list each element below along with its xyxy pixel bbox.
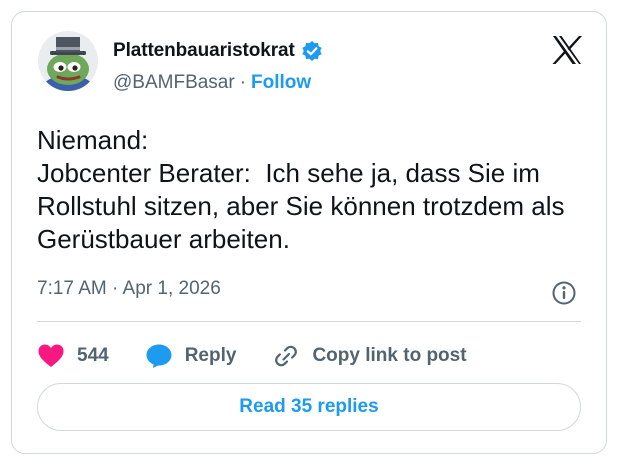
embedded-post-card: Plattenbauaristokrat @BAMFBasar · Follow… <box>11 11 607 454</box>
author-handle[interactable]: @BAMFBasar <box>113 72 235 94</box>
reply-button[interactable]: Reply <box>145 343 237 369</box>
post-timestamp[interactable]: 7:17 AM · Apr 1, 2026 <box>37 278 221 300</box>
author-name-row[interactable]: Plattenbauaristokrat <box>113 40 323 62</box>
heart-icon <box>38 344 64 367</box>
copy-link-button[interactable]: Copy link to post <box>272 343 467 369</box>
info-icon[interactable] <box>551 280 577 306</box>
follow-link[interactable]: Follow <box>251 72 311 94</box>
like-button[interactable]: 544 <box>37 343 109 369</box>
reply-label: Reply <box>184 345 237 366</box>
read-replies-label: Read 35 replies <box>239 396 379 417</box>
speech-bubble-icon <box>146 344 172 368</box>
post-text: Niemand: Jobcenter Berater: Ich sehe ja,… <box>37 125 565 254</box>
post-actions-bar: 544 Reply Copy link to post <box>37 341 503 371</box>
copy-link-label: Copy link to post <box>312 345 467 366</box>
like-count: 544 <box>77 345 109 366</box>
author-handle-row: @BAMFBasar · Follow <box>113 72 311 94</box>
author-avatar[interactable] <box>38 31 98 91</box>
divider <box>37 321 581 322</box>
link-icon <box>275 345 298 367</box>
author-display-name[interactable]: Plattenbauaristokrat <box>113 40 295 62</box>
verified-badge-icon <box>301 40 323 62</box>
read-replies-button[interactable]: Read 35 replies <box>37 383 581 431</box>
separator-dot: · <box>239 72 247 93</box>
x-logo-icon[interactable] <box>549 32 585 68</box>
post-timestamp-row: 7:17 AM · Apr 1, 2026 <box>37 278 221 300</box>
